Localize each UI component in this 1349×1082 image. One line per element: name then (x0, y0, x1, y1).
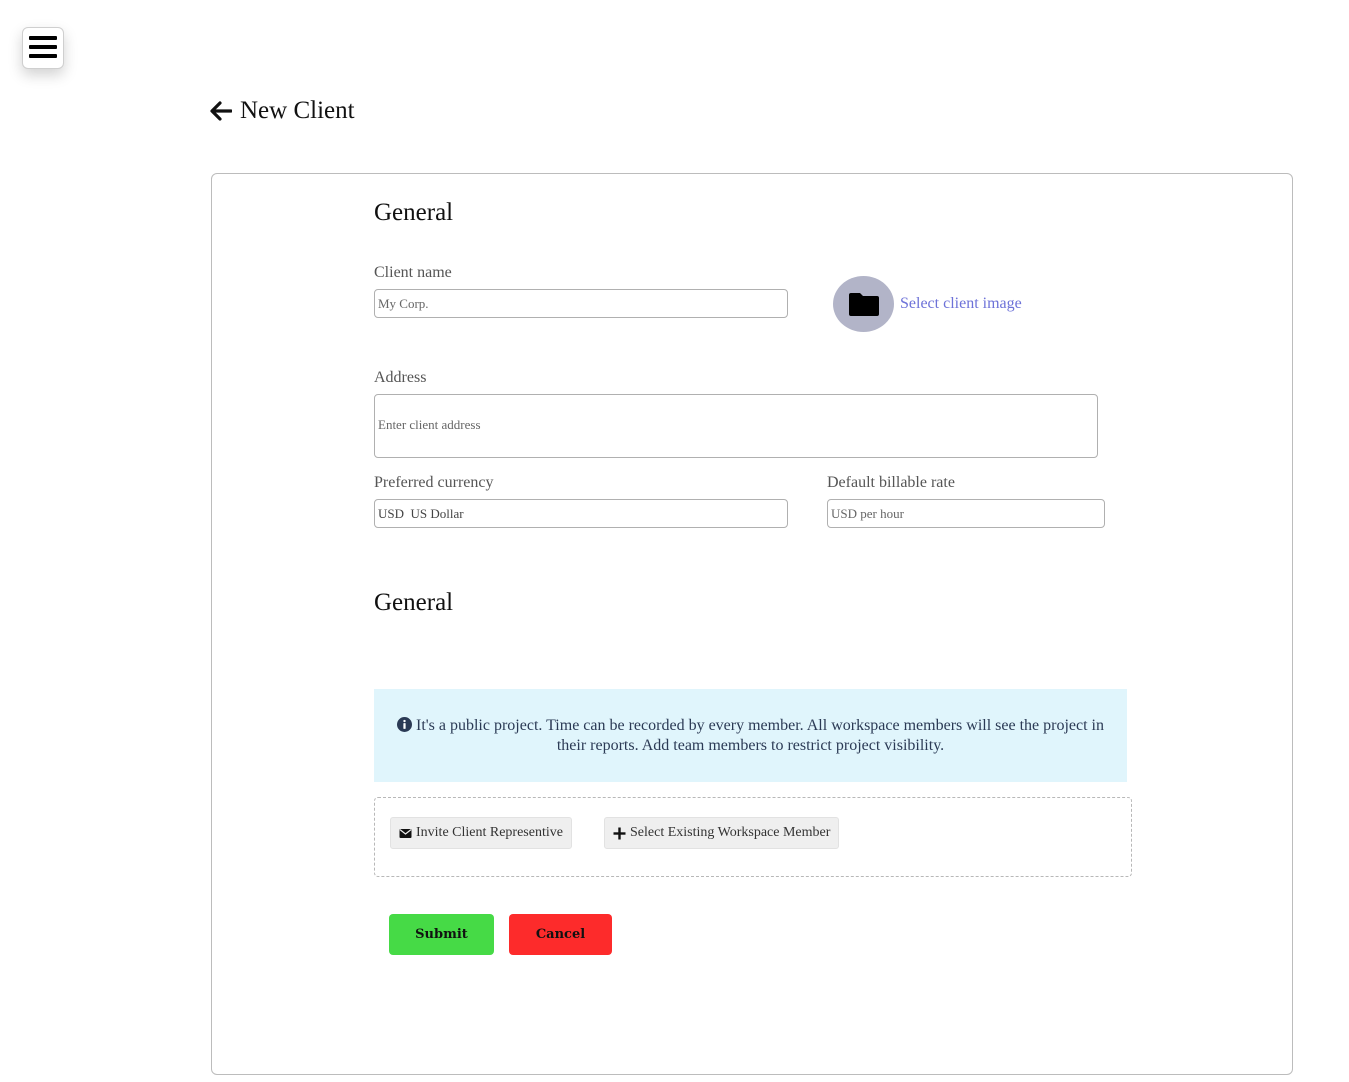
default-billable-rate-label: Default billable rate (827, 474, 955, 491)
members-container: Invite Client Representive Select Existi… (374, 797, 1132, 877)
page-title: New Client (240, 97, 355, 124)
client-image-picker[interactable]: Select client image (833, 276, 1022, 332)
address-input[interactable] (374, 394, 1098, 458)
folder-icon (848, 291, 880, 317)
arrow-left-icon[interactable] (210, 100, 232, 122)
client-form-card: General Client name Select client image … (211, 173, 1293, 1075)
select-existing-member-button[interactable]: Select Existing Workspace Member (604, 817, 840, 849)
page-header: New Client (210, 96, 355, 126)
address-label: Address (374, 369, 427, 386)
select-client-image-link[interactable]: Select client image (900, 295, 1022, 313)
invite-client-representative-button[interactable]: Invite Client Representive (390, 817, 572, 849)
client-image-avatar[interactable] (833, 276, 894, 332)
client-name-label: Client name (374, 264, 452, 281)
default-billable-rate-input[interactable] (827, 499, 1105, 528)
hamburger-menu-button[interactable] (22, 27, 64, 69)
general-section-title: General (374, 199, 454, 226)
info-circle-icon (396, 717, 412, 732)
submit-button[interactable]: Submit (389, 914, 494, 955)
info-text: It's a public project. Time can be recor… (415, 717, 1104, 754)
members-section-title: General (374, 589, 454, 616)
client-name-input[interactable] (374, 289, 788, 318)
invite-client-representative-label: Invite Client Representive (416, 825, 563, 840)
cancel-button[interactable]: Cancel (509, 914, 612, 955)
preferred-currency-select[interactable] (374, 499, 788, 528)
select-existing-member-label: Select Existing Workspace Member (630, 825, 831, 840)
plus-icon (613, 827, 626, 840)
hamburger-menu-icon (28, 34, 58, 63)
preferred-currency-label: Preferred currency (374, 474, 494, 491)
public-project-info-box: It's a public project. Time can be recor… (374, 689, 1127, 782)
envelope-icon (399, 827, 412, 840)
